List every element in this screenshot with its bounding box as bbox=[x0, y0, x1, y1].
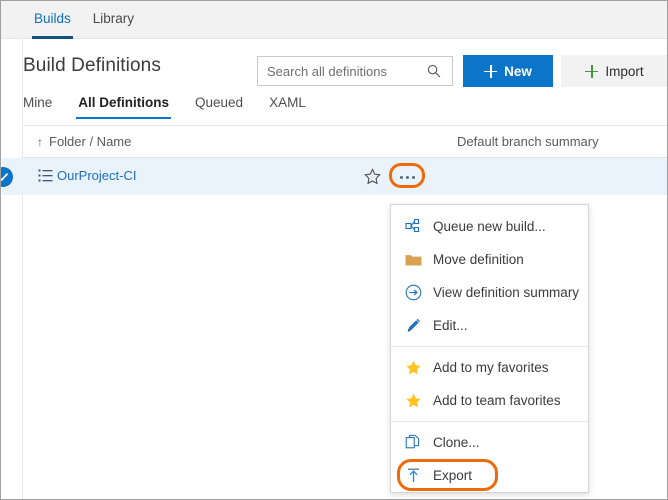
hub-tab-builds-label: Builds bbox=[34, 11, 71, 26]
menu-item-add-to-my-favorites-label: Add to my favorites bbox=[433, 360, 549, 375]
hub-tab-builds[interactable]: Builds bbox=[23, 1, 82, 39]
menu-item-edit-label: Edit... bbox=[433, 318, 468, 333]
ellipsis-icon[interactable] bbox=[394, 169, 420, 185]
column-header-folder-name[interactable]: ↑ Folder / Name bbox=[37, 134, 131, 149]
menu-item-export-label: Export bbox=[433, 468, 472, 483]
tab-mine-label: Mine bbox=[23, 95, 52, 110]
star-filled-icon bbox=[404, 392, 422, 410]
menu-item-clone-label: Clone... bbox=[433, 435, 480, 450]
plus-icon bbox=[585, 65, 598, 78]
tab-all-definitions-label: All Definitions bbox=[78, 95, 169, 110]
menu-item-view-definition-summary[interactable]: View definition summary bbox=[391, 276, 588, 309]
sort-ascending-icon: ↑ bbox=[37, 136, 43, 148]
ellipsis-dot bbox=[412, 176, 415, 179]
menu-item-move-definition-label: Move definition bbox=[433, 252, 524, 267]
row-selected-check-icon[interactable] bbox=[0, 167, 13, 187]
search-icon[interactable] bbox=[423, 57, 445, 85]
copy-icon bbox=[404, 434, 422, 452]
pivot-tab-list: Mine All Definitions Queued XAML bbox=[23, 95, 319, 119]
menu-separator bbox=[391, 346, 588, 347]
search-box[interactable] bbox=[257, 56, 453, 86]
hub-tab-list: Builds Library bbox=[23, 1, 145, 39]
star-filled-icon bbox=[404, 359, 422, 377]
menu-item-move-definition[interactable]: Move definition bbox=[391, 243, 588, 276]
import-button-label: Import bbox=[605, 64, 643, 79]
menu-item-edit[interactable]: Edit... bbox=[391, 309, 588, 342]
ellipsis-dot bbox=[406, 176, 409, 179]
build-definition-icon bbox=[38, 169, 53, 183]
grid-header: ↑ Folder / Name Default branch summary bbox=[23, 126, 668, 158]
tab-queued[interactable]: Queued bbox=[182, 95, 256, 119]
column-header-folder-name-label: Folder / Name bbox=[49, 134, 131, 149]
menu-separator bbox=[391, 421, 588, 422]
menu-item-queue-new-build-label: Queue new build... bbox=[433, 219, 546, 234]
context-menu: Queue new build... Move definition View … bbox=[390, 204, 589, 493]
tab-mine[interactable]: Mine bbox=[23, 95, 65, 119]
queue-build-icon bbox=[404, 218, 422, 236]
tab-xaml-label: XAML bbox=[269, 95, 306, 110]
tab-queued-label: Queued bbox=[195, 95, 243, 110]
column-header-default-branch-summary[interactable]: Default branch summary bbox=[457, 134, 599, 149]
hub-tab-library[interactable]: Library bbox=[82, 1, 145, 39]
folder-icon bbox=[404, 251, 422, 269]
tab-all-definitions[interactable]: All Definitions bbox=[65, 95, 182, 119]
build-definition-name-link[interactable]: OurProject-CI bbox=[57, 168, 136, 183]
import-button[interactable]: Import bbox=[561, 55, 668, 87]
search-input[interactable] bbox=[258, 58, 423, 84]
hub-tab-library-label: Library bbox=[93, 11, 134, 26]
table-row[interactable]: OurProject-CI bbox=[2, 158, 668, 195]
page-title: Build Definitions bbox=[23, 55, 161, 77]
new-button-label: New bbox=[504, 64, 532, 79]
hub-tab-strip: Builds Library bbox=[1, 1, 668, 39]
azure-devops-build-definitions-screen: Builds Library Build Definitions New Imp… bbox=[0, 0, 668, 500]
menu-item-add-to-team-favorites[interactable]: Add to team favorites bbox=[391, 384, 588, 417]
ellipsis-dot bbox=[400, 176, 403, 179]
tab-xaml[interactable]: XAML bbox=[256, 95, 319, 119]
star-outline-icon[interactable] bbox=[364, 168, 381, 185]
column-header-default-branch-summary-label: Default branch summary bbox=[457, 134, 599, 149]
pencil-icon bbox=[404, 317, 422, 335]
arrow-circle-right-icon bbox=[404, 284, 422, 302]
menu-item-clone[interactable]: Clone... bbox=[391, 426, 588, 459]
plus-icon bbox=[484, 65, 497, 78]
menu-item-view-definition-summary-label: View definition summary bbox=[433, 285, 579, 300]
menu-item-queue-new-build[interactable]: Queue new build... bbox=[391, 210, 588, 243]
menu-item-add-to-my-favorites[interactable]: Add to my favorites bbox=[391, 351, 588, 384]
new-button[interactable]: New bbox=[463, 55, 553, 87]
menu-item-add-to-team-favorites-label: Add to team favorites bbox=[433, 393, 561, 408]
menu-item-export[interactable]: Export bbox=[391, 459, 588, 492]
upload-arrow-icon bbox=[404, 467, 422, 485]
